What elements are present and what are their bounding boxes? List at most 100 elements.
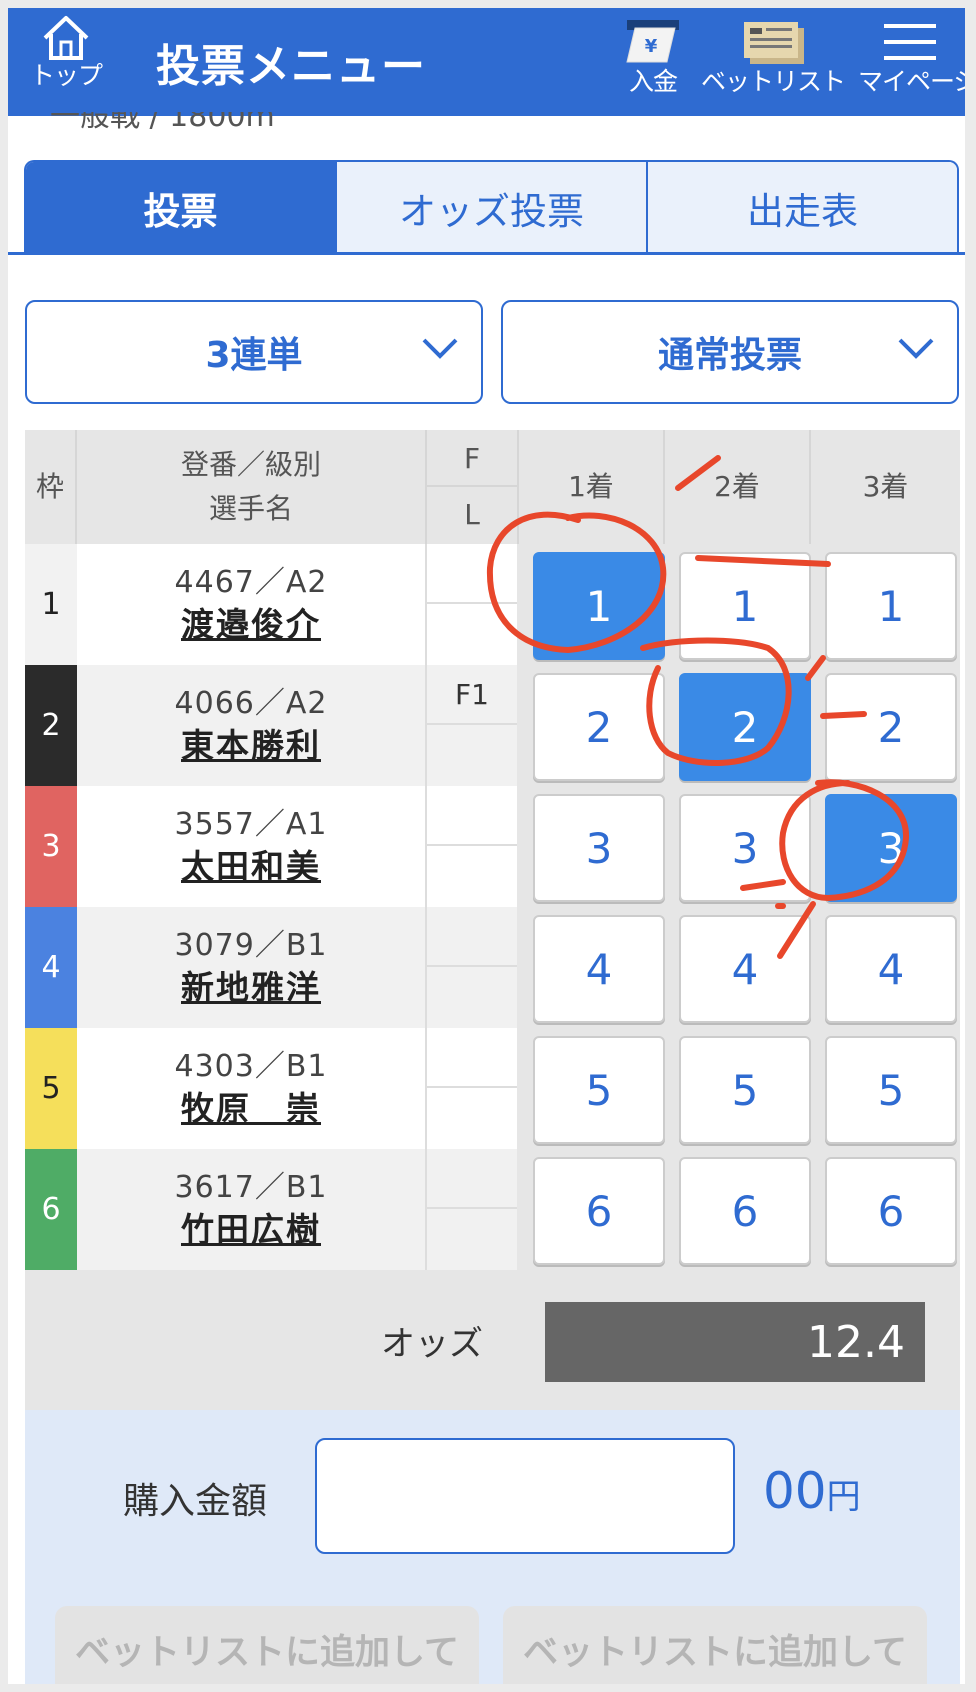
l-count bbox=[427, 1209, 517, 1269]
table-row: 1 4467／A2 渡邉俊介 1 1 1 bbox=[25, 544, 960, 665]
l-count bbox=[427, 604, 517, 664]
tab-odds-vote[interactable]: オッズ投票 bbox=[335, 162, 646, 254]
svg-text:¥: ¥ bbox=[645, 36, 658, 57]
frame-number: 6 bbox=[25, 1149, 77, 1270]
racer-name-link[interactable]: 太田和美 bbox=[181, 845, 321, 889]
pick-third-button[interactable]: 2 bbox=[825, 673, 957, 781]
racer-info: 3079／B1 新地雅洋 bbox=[77, 907, 425, 1028]
amount-label: 購入金額 bbox=[123, 1481, 268, 1522]
home-label: トップ bbox=[29, 61, 103, 90]
pick-second-button[interactable]: 2 bbox=[679, 673, 811, 781]
header-bar: トップ 投票メニュー ¥ 入金 ベットリスト マイペー bbox=[8, 8, 965, 116]
amount-unit: 00円 bbox=[763, 1462, 861, 1520]
amount-section: 購入金額 00円 bbox=[25, 1410, 960, 1580]
frame-number: 4 bbox=[25, 907, 77, 1028]
header-info-line1: 登番／級別 bbox=[180, 448, 321, 481]
tab-bar: 投票 オッズ投票 出走表 bbox=[24, 160, 959, 254]
f-count bbox=[427, 1149, 517, 1209]
mypage-label: マイページ bbox=[858, 67, 965, 96]
f-count: F1 bbox=[427, 665, 517, 725]
racer-registration: 3079／B1 bbox=[174, 927, 328, 963]
chevron-down-icon bbox=[422, 338, 458, 359]
bet-type-select[interactable]: 3連単 bbox=[25, 300, 483, 404]
mypage-button[interactable]: マイページ bbox=[858, 16, 965, 96]
pick-first-button[interactable]: 5 bbox=[533, 1036, 665, 1144]
pick-first-button[interactable]: 6 bbox=[533, 1157, 665, 1265]
odds-label: オッズ bbox=[381, 1324, 483, 1364]
racer-name-link[interactable]: 新地雅洋 bbox=[181, 966, 321, 1010]
pick-second-button[interactable]: 4 bbox=[679, 915, 811, 1023]
racer-name-link[interactable]: 渡邉俊介 bbox=[181, 603, 321, 647]
tab-vote[interactable]: 投票 bbox=[26, 162, 335, 254]
app-frame: トップ 投票メニュー ¥ 入金 ベットリスト マイペー 一般戦 / 1800m … bbox=[8, 8, 965, 1684]
amount-unit-prefix: 00 bbox=[763, 1462, 827, 1520]
racer-registration: 3557／A1 bbox=[174, 806, 328, 842]
tab-underline bbox=[8, 252, 965, 255]
header-info-line2: 選手名 bbox=[208, 492, 293, 525]
pick-first-button[interactable]: 3 bbox=[533, 794, 665, 902]
table-row: 4 3079／B1 新地雅洋 4 4 4 bbox=[25, 907, 960, 1028]
racer-name-link[interactable]: 竹田広樹 bbox=[181, 1208, 321, 1252]
action-area: ベットリストに追加して ベットリストに追加して bbox=[25, 1580, 960, 1684]
odds-row: オッズ 12.4 bbox=[25, 1278, 960, 1410]
tab-race-card[interactable]: 出走表 bbox=[646, 162, 957, 254]
frame-number: 3 bbox=[25, 786, 77, 907]
fl-cell: F1 bbox=[425, 665, 517, 786]
racer-info: 4066／A2 東本勝利 bbox=[77, 665, 425, 786]
fl-cell bbox=[425, 907, 517, 1028]
table-row: 3 3557／A1 太田和美 3 3 3 bbox=[25, 786, 960, 907]
add-to-betlist-button[interactable]: ベットリストに追加して bbox=[55, 1606, 479, 1684]
pick-first-button[interactable]: 2 bbox=[533, 673, 665, 781]
deposit-label: 入金 bbox=[628, 67, 678, 96]
amount-field[interactable] bbox=[315, 1438, 735, 1554]
page-title: 投票メニュー bbox=[156, 41, 426, 92]
racer-registration: 4303／B1 bbox=[174, 1048, 328, 1084]
racer-info: 4467／A2 渡邉俊介 bbox=[77, 544, 425, 665]
pick-third-button[interactable]: 3 bbox=[825, 794, 957, 902]
vote-mode-value: 通常投票 bbox=[657, 335, 802, 376]
header-info: 登番／級別 選手名 bbox=[77, 430, 425, 544]
home-button[interactable]: トップ bbox=[24, 14, 108, 90]
header-second: 2着 bbox=[663, 430, 809, 544]
pick-third-button[interactable]: 5 bbox=[825, 1036, 957, 1144]
l-count bbox=[427, 846, 517, 906]
racer-info: 3557／A1 太田和美 bbox=[77, 786, 425, 907]
pick-first-button[interactable]: 4 bbox=[533, 915, 665, 1023]
f-count bbox=[427, 1028, 517, 1088]
pick-third-button[interactable]: 4 bbox=[825, 915, 957, 1023]
l-count bbox=[427, 1088, 517, 1148]
betlist-button[interactable]: ベットリスト bbox=[701, 16, 846, 96]
f-count bbox=[427, 544, 517, 604]
racer-registration: 4066／A2 bbox=[174, 685, 328, 721]
odds-value: 12.4 bbox=[545, 1302, 925, 1382]
frame-number: 5 bbox=[25, 1028, 77, 1149]
frame-number: 1 bbox=[25, 544, 77, 665]
bet-type-value: 3連単 bbox=[205, 335, 303, 376]
racer-registration: 3617／B1 bbox=[174, 1169, 328, 1205]
f-count bbox=[427, 786, 517, 846]
pick-second-button[interactable]: 6 bbox=[679, 1157, 811, 1265]
pick-second-button[interactable]: 1 bbox=[679, 552, 811, 660]
pick-first-button[interactable]: 1 bbox=[533, 552, 665, 660]
amount-unit-yen: 円 bbox=[826, 1477, 861, 1517]
fl-cell bbox=[425, 1028, 517, 1149]
l-count bbox=[427, 725, 517, 785]
racer-info: 4303／B1 牧原 崇 bbox=[77, 1028, 425, 1149]
deposit-button[interactable]: ¥ 入金 bbox=[608, 16, 698, 96]
pick-second-button[interactable]: 5 bbox=[679, 1036, 811, 1144]
racer-name-link[interactable]: 牧原 崇 bbox=[181, 1087, 321, 1131]
menu-icon bbox=[884, 24, 936, 60]
vote-mode-select[interactable]: 通常投票 bbox=[501, 300, 959, 404]
home-icon bbox=[43, 16, 89, 60]
table-row: 5 4303／B1 牧原 崇555 bbox=[25, 1028, 960, 1149]
header-first: 1着 bbox=[517, 430, 663, 544]
pick-third-button[interactable]: 6 bbox=[825, 1157, 957, 1265]
chevron-down-icon bbox=[898, 338, 934, 359]
pick-second-button[interactable]: 3 bbox=[679, 794, 811, 902]
add-to-betlist-button-2[interactable]: ベットリストに追加して bbox=[503, 1606, 927, 1684]
entry-table: 枠 登番／級別 選手名 F L 1着 2着 3着 1 4467／A2 渡邉俊介 1 1 1… bbox=[25, 430, 960, 1288]
racer-name-link[interactable]: 東本勝利 bbox=[181, 724, 321, 768]
header-third: 3着 bbox=[809, 430, 960, 544]
header-f: F bbox=[427, 431, 517, 487]
pick-third-button[interactable]: 1 bbox=[825, 552, 957, 660]
